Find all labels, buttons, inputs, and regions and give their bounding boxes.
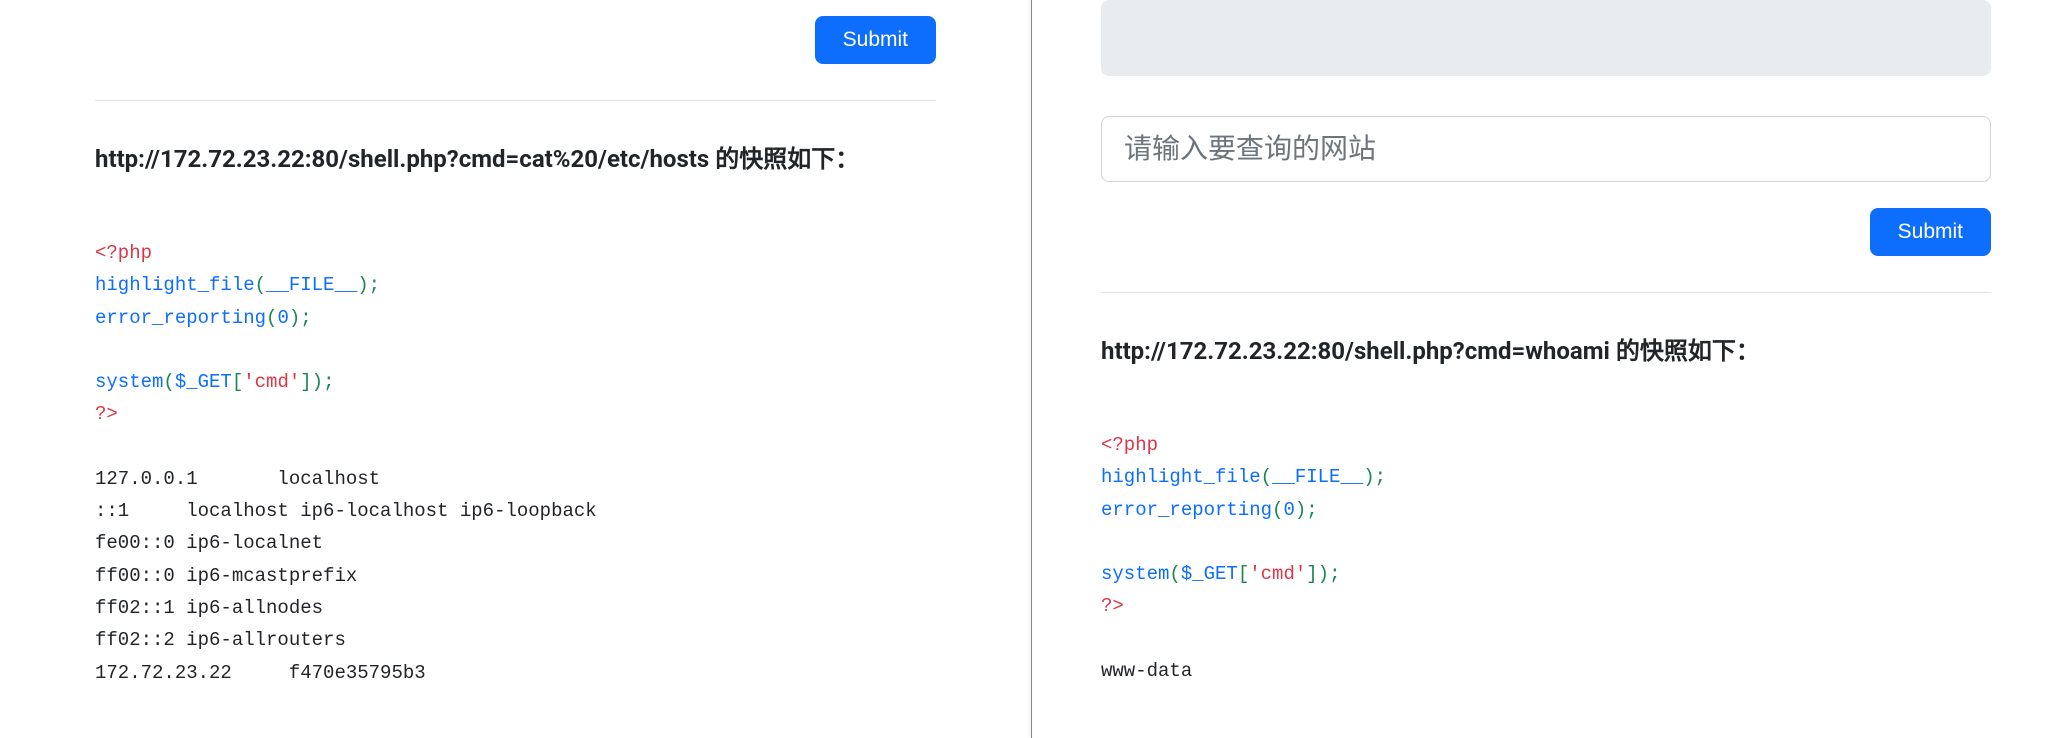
pane-divider (1031, 0, 1032, 738)
snapshot-heading-left: http://172.72.23.22:80/shell.php?cmd=cat… (95, 141, 936, 177)
left-pane: Submit http://172.72.23.22:80/shell.php?… (0, 0, 1031, 738)
right-pane: Submit http://172.72.23.22:80/shell.php?… (1031, 0, 2061, 738)
php-code-right: <?php highlight_file(__FILE__); error_re… (1101, 429, 1991, 623)
whoami-output: www-data (1101, 655, 1991, 687)
submit-button-left[interactable]: Submit (815, 16, 936, 64)
snapshot-heading-right: http://172.72.23.22:80/shell.php?cmd=who… (1101, 333, 1991, 369)
gray-panel (1101, 0, 1991, 76)
submit-button-right[interactable]: Submit (1870, 208, 1991, 256)
php-code-left: <?php highlight_file(__FILE__); error_re… (95, 237, 936, 431)
hosts-output: 127.0.0.1 localhost ::1 localhost ip6-lo… (95, 463, 936, 689)
url-input[interactable] (1101, 116, 1991, 182)
